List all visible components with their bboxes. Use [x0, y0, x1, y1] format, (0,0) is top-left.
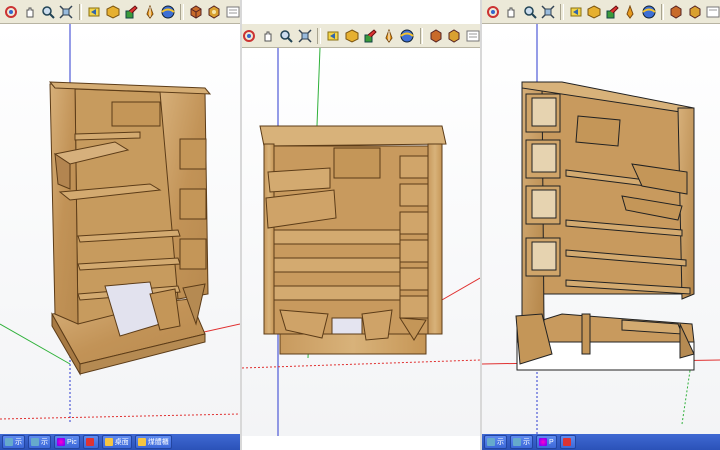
toolbar — [242, 24, 480, 48]
window-icon — [487, 438, 495, 446]
viewport-panel-left: 示 示 Pic 桌面 煤體櫃 — [0, 0, 240, 450]
taskbar-item-label: 示 — [15, 439, 22, 446]
bookshelf-model-render — [482, 24, 720, 438]
blank-area — [242, 0, 480, 24]
taskbar-item-label: Pic — [67, 438, 77, 446]
taskbar-item[interactable]: P — [536, 435, 557, 449]
taskbar-item[interactable]: 示 — [510, 435, 533, 449]
bookshelf-model-render — [0, 24, 240, 424]
taskbar-item-label: 桌面 — [114, 439, 129, 446]
blank-area — [242, 436, 480, 450]
toolbar-separator — [559, 3, 564, 20]
geo-location-icon[interactable] — [623, 3, 637, 20]
taskbar-item[interactable]: 示 — [28, 435, 51, 449]
taskbar-item-label: 煤體櫃 — [147, 439, 169, 446]
toolbar — [482, 0, 720, 24]
paint-icon[interactable] — [124, 3, 138, 20]
previous-view-icon[interactable] — [569, 3, 583, 20]
component-icon[interactable] — [106, 3, 120, 20]
3d-warehouse-icon[interactable] — [400, 27, 415, 44]
component-icon[interactable] — [587, 3, 601, 20]
previous-view-icon[interactable] — [326, 27, 341, 44]
pan-icon[interactable] — [504, 3, 518, 20]
folder-icon — [104, 438, 113, 446]
toolbar-separator — [660, 3, 665, 20]
taskbar-item[interactable]: 桌面 — [101, 435, 132, 449]
toolbar-separator — [419, 27, 424, 44]
3d-warehouse-icon[interactable] — [161, 3, 175, 20]
toolbar — [0, 0, 240, 24]
zoom-icon[interactable] — [522, 3, 537, 20]
taskbar-item-label: 示 — [41, 439, 48, 446]
taskbar-item-label: P — [549, 438, 554, 446]
picasa-icon — [57, 438, 65, 446]
share-model-icon[interactable] — [189, 3, 203, 20]
pan-icon[interactable] — [261, 27, 276, 44]
zoom-icon[interactable] — [279, 27, 294, 44]
toolbar-separator — [317, 27, 321, 44]
outliner-icon[interactable] — [226, 3, 240, 20]
geo-location-icon[interactable] — [382, 27, 397, 44]
pan-icon[interactable] — [22, 3, 36, 20]
taskbar-item[interactable] — [559, 435, 576, 449]
extension-icon[interactable] — [688, 3, 702, 20]
picasa-icon — [539, 438, 547, 446]
orbit-icon[interactable] — [486, 3, 500, 20]
zoom-extents-icon[interactable] — [541, 3, 555, 20]
component-icon[interactable] — [344, 27, 359, 44]
extension-icon[interactable] — [207, 3, 221, 20]
taskbar-item[interactable] — [82, 435, 99, 449]
toolbar-separator — [78, 3, 83, 20]
outliner-icon[interactable] — [706, 3, 720, 20]
window-icon — [513, 438, 521, 446]
windows-taskbar: 示 示 P — [482, 434, 720, 450]
orbit-icon[interactable] — [242, 27, 257, 44]
geo-location-icon[interactable] — [142, 3, 156, 20]
sketchup-icon — [562, 438, 571, 446]
viewport-panel-middle — [242, 0, 480, 450]
share-model-icon[interactable] — [428, 27, 443, 44]
previous-view-icon[interactable] — [87, 3, 101, 20]
bookshelf-model-render — [242, 47, 480, 436]
paint-icon[interactable] — [605, 3, 619, 20]
taskbar-item[interactable]: 煤體櫃 — [134, 435, 172, 449]
zoom-extents-icon[interactable] — [59, 3, 73, 20]
window-icon — [31, 438, 39, 446]
taskbar-item[interactable]: 示 — [2, 435, 25, 449]
viewport-panel-right: 示 示 P — [482, 0, 720, 450]
model-viewport[interactable] — [242, 47, 480, 436]
3d-warehouse-icon[interactable] — [641, 3, 656, 20]
extension-icon[interactable] — [447, 27, 462, 44]
zoom-icon[interactable] — [41, 3, 55, 20]
sketchup-icon — [85, 438, 94, 446]
taskbar-item[interactable]: 示 — [484, 435, 507, 449]
windows-taskbar: 示 示 Pic 桌面 煤體櫃 — [0, 434, 240, 450]
toolbar-separator — [180, 3, 184, 20]
outliner-icon[interactable] — [465, 27, 480, 44]
orbit-icon[interactable] — [4, 3, 18, 20]
zoom-extents-icon[interactable] — [298, 27, 313, 44]
share-model-icon[interactable] — [669, 3, 683, 20]
model-viewport[interactable] — [0, 24, 240, 434]
folder-icon — [137, 438, 146, 446]
paint-icon[interactable] — [363, 27, 378, 44]
model-viewport[interactable] — [482, 24, 720, 438]
taskbar-item-label: 示 — [523, 439, 530, 446]
window-icon — [5, 438, 13, 446]
taskbar-item-label: 示 — [497, 439, 504, 446]
taskbar-item[interactable]: Pic — [54, 435, 80, 449]
